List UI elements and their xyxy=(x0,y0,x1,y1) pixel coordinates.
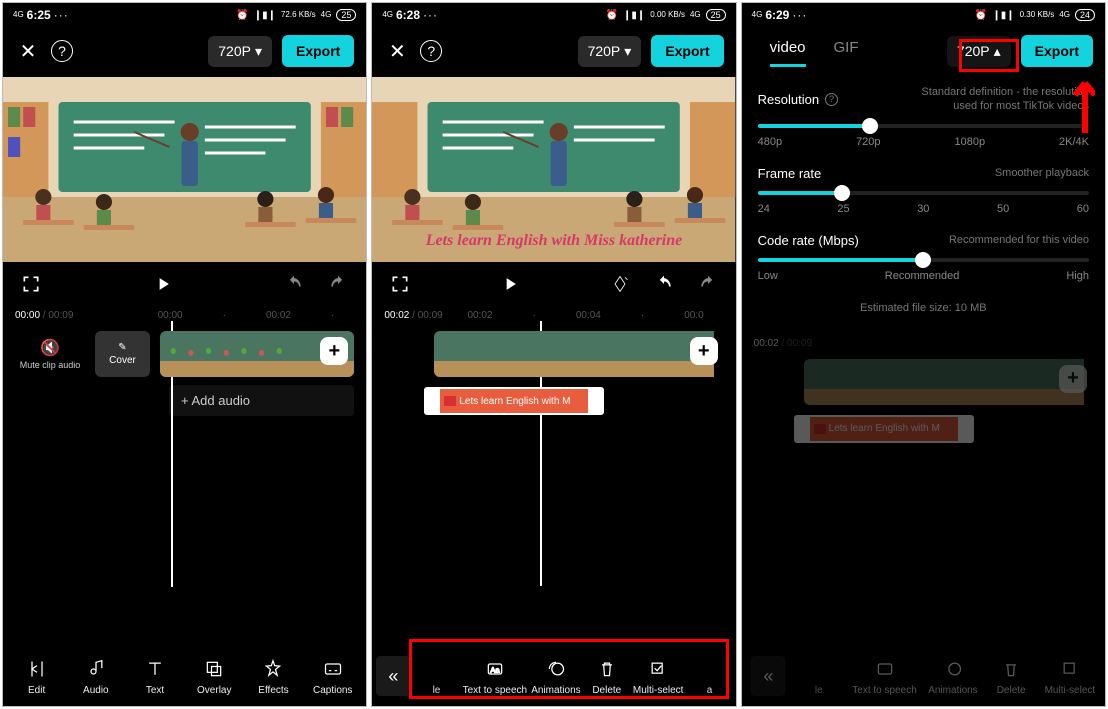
framerate-label: Frame rate xyxy=(758,166,822,181)
svg-text:Aa: Aa xyxy=(490,665,500,674)
alarm-icon: ⏰ xyxy=(236,10,248,21)
undo-icon[interactable] xyxy=(652,272,676,296)
back-button[interactable]: « xyxy=(376,656,410,696)
edit-button[interactable]: Edit xyxy=(15,657,59,696)
multiselect-button[interactable]: Multi-select xyxy=(633,657,684,696)
mute-label[interactable]: Mute clip audio xyxy=(20,360,81,370)
redo-icon[interactable] xyxy=(696,272,720,296)
timeline[interactable]: 🔇 Mute clip audio ✎Cover + + Add audio xyxy=(3,321,366,647)
bottom-toolbar: Edit Audio Text Overlay Effects Captions xyxy=(3,647,366,706)
audio-button[interactable]: Audio xyxy=(74,657,118,696)
preview[interactable] xyxy=(3,77,366,262)
add-audio-button[interactable]: + Add audio xyxy=(169,385,354,416)
effects-button[interactable]: Effects xyxy=(251,657,295,696)
info-icon: ? xyxy=(825,93,838,106)
statusbar: 4G6:25··· ⏰❙▮❙72.6 KB/s4G25 xyxy=(3,3,366,25)
timeline[interactable]: + Lets learn English with M xyxy=(372,321,735,646)
clip-handle-right[interactable] xyxy=(588,389,602,413)
undo-icon[interactable] xyxy=(282,272,306,296)
keyframe-icon[interactable] xyxy=(608,272,632,296)
phone-screen-2: 4G6:28··· ⏰❙▮❙0.00 KB/s4G25 ✕ ? 720P▾ Ex… xyxy=(371,2,736,707)
pencil-icon: ✎ xyxy=(118,342,126,353)
framerate-slider[interactable] xyxy=(758,191,1089,195)
fullscreen-icon[interactable] xyxy=(388,272,412,296)
captions-button[interactable]: Captions xyxy=(311,657,355,696)
classroom-scene xyxy=(3,77,366,262)
export-button[interactable]: Export xyxy=(651,35,723,67)
export-button[interactable]: Export xyxy=(1021,35,1093,67)
text-clip[interactable]: Lets learn English with M xyxy=(424,387,604,415)
vibrate-icon: ❙▮❙ xyxy=(254,10,276,21)
resolution-button[interactable]: 720P▴ xyxy=(947,36,1011,67)
cover-button[interactable]: ✎Cover xyxy=(95,331,150,377)
delete-button[interactable]: Delete xyxy=(585,657,629,696)
close-icon[interactable]: ✕ xyxy=(384,38,410,64)
resolution-button[interactable]: 720P▾ xyxy=(578,36,642,67)
export-button[interactable]: Export xyxy=(282,35,354,67)
coderate-slider[interactable] xyxy=(758,258,1089,262)
redo-icon[interactable] xyxy=(326,272,350,296)
add-clip-button[interactable]: + xyxy=(320,337,348,365)
close-icon[interactable]: ✕ xyxy=(15,38,41,64)
help-icon[interactable]: ? xyxy=(51,40,73,62)
play-icon[interactable] xyxy=(63,272,262,296)
video-clip[interactable] xyxy=(434,331,723,377)
clip-handle-left[interactable] xyxy=(426,389,440,413)
resolution-label: Resolution xyxy=(758,92,819,107)
overlay-button[interactable]: Overlay xyxy=(192,657,236,696)
tab-video[interactable]: video xyxy=(770,35,806,67)
coderate-label: Code rate (Mbps) xyxy=(758,233,859,248)
mute-icon: 🔇 xyxy=(40,338,60,358)
filesize-estimate: Estimated file size: 10 MB xyxy=(742,282,1105,334)
help-icon[interactable]: ? xyxy=(420,40,442,62)
resolution-slider[interactable] xyxy=(758,124,1089,128)
phone-screen-1: 4G6:25··· ⏰❙▮❙72.6 KB/s4G25 ✕ ? 720P▾ Ex… xyxy=(2,2,367,707)
caption-overlay[interactable]: Lets learn English with Miss katherine xyxy=(372,232,735,250)
resolution-button[interactable]: 720P▾ xyxy=(208,36,272,67)
preview[interactable]: Lets learn English with Miss katherine xyxy=(372,77,735,262)
fullscreen-icon[interactable] xyxy=(19,272,43,296)
tab-gif[interactable]: GIF xyxy=(834,35,859,67)
animations-button[interactable]: Animations xyxy=(531,657,580,696)
tts-button[interactable]: AaText to speech xyxy=(463,657,527,696)
text-button[interactable]: Text xyxy=(133,657,177,696)
play-icon[interactable] xyxy=(432,272,587,296)
phone-screen-3: 4G6:29··· ⏰❙▮❙0.30 KB/s4G24 video GIF 72… xyxy=(741,2,1106,707)
add-clip-button[interactable]: + xyxy=(690,337,718,365)
